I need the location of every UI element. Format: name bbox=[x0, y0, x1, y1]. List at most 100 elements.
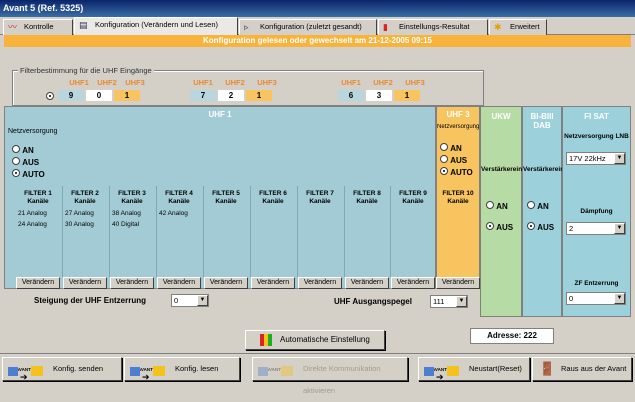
filter-column-4: FILTER 4 Kanäle 42 Analog bbox=[157, 190, 201, 218]
auto-settings-button[interactable]: Automatische Einstellung bbox=[245, 330, 385, 350]
read-config-button[interactable]: AVANT ➔ Konfig. lesen bbox=[124, 357, 240, 382]
tab-erweitert[interactable]: ✱ Erweitert bbox=[489, 19, 547, 35]
select-value: 0 bbox=[174, 296, 179, 305]
radio-icon bbox=[486, 222, 494, 230]
output-level-label: UHF Ausgangspegel bbox=[334, 297, 412, 306]
filter-sub: Kanäle bbox=[215, 198, 237, 205]
button-label: Konfig. senden bbox=[53, 364, 104, 373]
filter-column-7: FILTER 7 Kanäle bbox=[298, 190, 342, 206]
filter-header-uhf2: UHF2 bbox=[97, 78, 117, 87]
ukw-title: UKW bbox=[491, 112, 511, 121]
filter-name: FILTER 1 bbox=[24, 190, 52, 197]
filter-8-edit-button[interactable]: Verändern bbox=[345, 277, 389, 289]
fi-sat-title: FI SAT bbox=[584, 112, 609, 121]
filter-header-uhf2: UHF2 bbox=[373, 78, 393, 87]
send-config-button[interactable]: AVANT ➔ Konfig. senden bbox=[2, 357, 122, 382]
select-value: 17V 22kHz bbox=[569, 154, 606, 163]
filter-header-uhf2: UHF2 bbox=[225, 78, 245, 87]
uhf1-power-option-auto[interactable]: AUTO bbox=[12, 169, 45, 179]
damping-select[interactable]: 2 ▼ bbox=[566, 222, 626, 235]
filter-3-edit-button[interactable]: Verändern bbox=[110, 277, 154, 289]
wave-icon: 〰 bbox=[8, 22, 18, 32]
exit-door-icon: 🚪 bbox=[539, 361, 556, 376]
button-label: Neustart(Reset) bbox=[469, 364, 522, 373]
filter-sub: Kanäle bbox=[447, 198, 469, 205]
slope-select[interactable]: 0 ▼ bbox=[171, 294, 209, 307]
send-document-icon: ▹ bbox=[244, 22, 249, 32]
filter-5-edit-button[interactable]: Verändern bbox=[204, 277, 248, 289]
bi-biii-option-aus[interactable]: AUS bbox=[527, 222, 554, 232]
radio-icon bbox=[527, 222, 535, 230]
select-value: 0 bbox=[569, 294, 574, 303]
tab-konfiguration-gesandt[interactable]: ▹ Konfiguration (zuletzt gesandt) bbox=[239, 19, 377, 35]
radio-icon bbox=[527, 201, 535, 209]
tab-konfiguration-veraendern[interactable]: ▤ Konfiguration (Verändern und Lesen) bbox=[74, 17, 238, 35]
filter-column-1: FILTER 1 Kanäle 21 Analog 24 Analog bbox=[16, 190, 60, 229]
tab-kontrolle[interactable]: 〰 Kontrolle bbox=[3, 19, 73, 35]
output-level-select[interactable]: 111 ▼ bbox=[430, 295, 468, 308]
uhf1-power-option-an[interactable]: AN bbox=[12, 145, 34, 155]
filter-option-2-uhf2: 2 bbox=[218, 90, 244, 101]
radio-icon bbox=[12, 157, 20, 165]
uhf3-power-option-auto[interactable]: AUTO bbox=[440, 167, 473, 177]
ukw-amp-label: Verstärkereingang bbox=[481, 166, 538, 173]
select-value: 111 bbox=[433, 297, 445, 306]
auto-settings-label: Automatische Einstellung bbox=[280, 335, 370, 344]
exit-avant-button[interactable]: 🚪 Raus aus der Avant bbox=[532, 357, 632, 381]
filter-header-uhf1: UHF1 bbox=[341, 78, 361, 87]
ukw-option-aus[interactable]: AUS bbox=[486, 222, 513, 232]
filter-name: FILTER 5 bbox=[212, 190, 240, 197]
damping-label: Dämpfung bbox=[580, 208, 613, 215]
filter-sub: Kanäle bbox=[309, 198, 331, 205]
uhf3-power-option-an[interactable]: AN bbox=[440, 143, 462, 153]
option-label: AN bbox=[537, 202, 549, 211]
filter-header-uhf1: UHF1 bbox=[193, 78, 213, 87]
filter-sub: Kanäle bbox=[74, 198, 96, 205]
filter-6-edit-button[interactable]: Verändern bbox=[251, 277, 295, 289]
star-icon: ✱ bbox=[494, 22, 502, 32]
filter-1-edit-button[interactable]: Verändern bbox=[16, 277, 60, 289]
filter-10-edit-button[interactable]: Verändern bbox=[436, 277, 480, 289]
ukw-option-an[interactable]: AN bbox=[486, 201, 508, 211]
filter-column-9: FILTER 9 Kanäle bbox=[391, 190, 435, 206]
filter-option-2-uhf1: 7 bbox=[190, 90, 216, 101]
lnb-power-select[interactable]: 17V 22kHz ▼ bbox=[566, 152, 626, 165]
direct-communication-button[interactable]: AVANT Direkte Kommunikation aktivieren bbox=[252, 357, 408, 395]
uhf1-power-option-aus[interactable]: AUS bbox=[12, 157, 39, 167]
avant-direct-icon: AVANT bbox=[256, 360, 300, 378]
filter-4-edit-button[interactable]: Verändern bbox=[157, 277, 201, 289]
filter-group-legend: Filterbestimmung für die UHF Eingänge bbox=[18, 66, 154, 75]
filter-name: FILTER 6 bbox=[259, 190, 287, 197]
filter-column-3: FILTER 3 Kanäle 38 Analog 40 Digital bbox=[110, 190, 154, 229]
radio-icon bbox=[12, 169, 20, 177]
option-label: AN bbox=[22, 146, 34, 155]
tab-label: Einstellungs-Resultat bbox=[399, 22, 470, 31]
bi-biii-option-an[interactable]: AN bbox=[527, 201, 549, 211]
filter-option-3-uhf2: 3 bbox=[366, 90, 392, 101]
radio-icon bbox=[440, 155, 448, 163]
filter-7-edit-button[interactable]: Verändern bbox=[298, 277, 342, 289]
window-title: Avant 5 (Ref. 5325) bbox=[0, 0, 635, 17]
uhf1-title: UHF 1 bbox=[208, 110, 232, 119]
lnb-power-label: Netzversorgung LNB bbox=[564, 133, 629, 140]
uhf3-power-option-aus[interactable]: AUS bbox=[440, 155, 467, 165]
chevron-down-icon: ▼ bbox=[197, 295, 208, 306]
filter-header-uhf3: UHF3 bbox=[125, 78, 145, 87]
tab-bar: 〰 Kontrolle ▤ Konfiguration (Verändern u… bbox=[0, 17, 635, 35]
chevron-down-icon: ▼ bbox=[614, 293, 625, 304]
restart-reset-button[interactable]: AVANT ➔ Neustart(Reset) bbox=[418, 357, 530, 382]
ukw-panel bbox=[480, 106, 522, 317]
filter-2-edit-button[interactable]: Verändern bbox=[63, 277, 107, 289]
zf-equalizer-select[interactable]: 0 ▼ bbox=[566, 292, 626, 305]
filter-option-1-radio[interactable] bbox=[46, 92, 54, 100]
filter-option-3-uhf1: 6 bbox=[338, 90, 364, 101]
bi-biii-amp-label: Verstärkereingang bbox=[523, 166, 580, 173]
filter-9-edit-button[interactable]: Verändern bbox=[391, 277, 435, 289]
filter-header-uhf3: UHF3 bbox=[257, 78, 277, 87]
filter-name: FILTER 10 bbox=[442, 190, 474, 197]
tab-einstellungs-resultat[interactable]: ▮ Einstellungs-Resultat bbox=[378, 19, 488, 35]
slope-label: Steigung der UHF Entzerrung bbox=[34, 296, 146, 305]
radio-icon bbox=[440, 167, 448, 175]
filter-line: 38 Analog bbox=[112, 210, 141, 217]
option-label: AN bbox=[496, 202, 508, 211]
